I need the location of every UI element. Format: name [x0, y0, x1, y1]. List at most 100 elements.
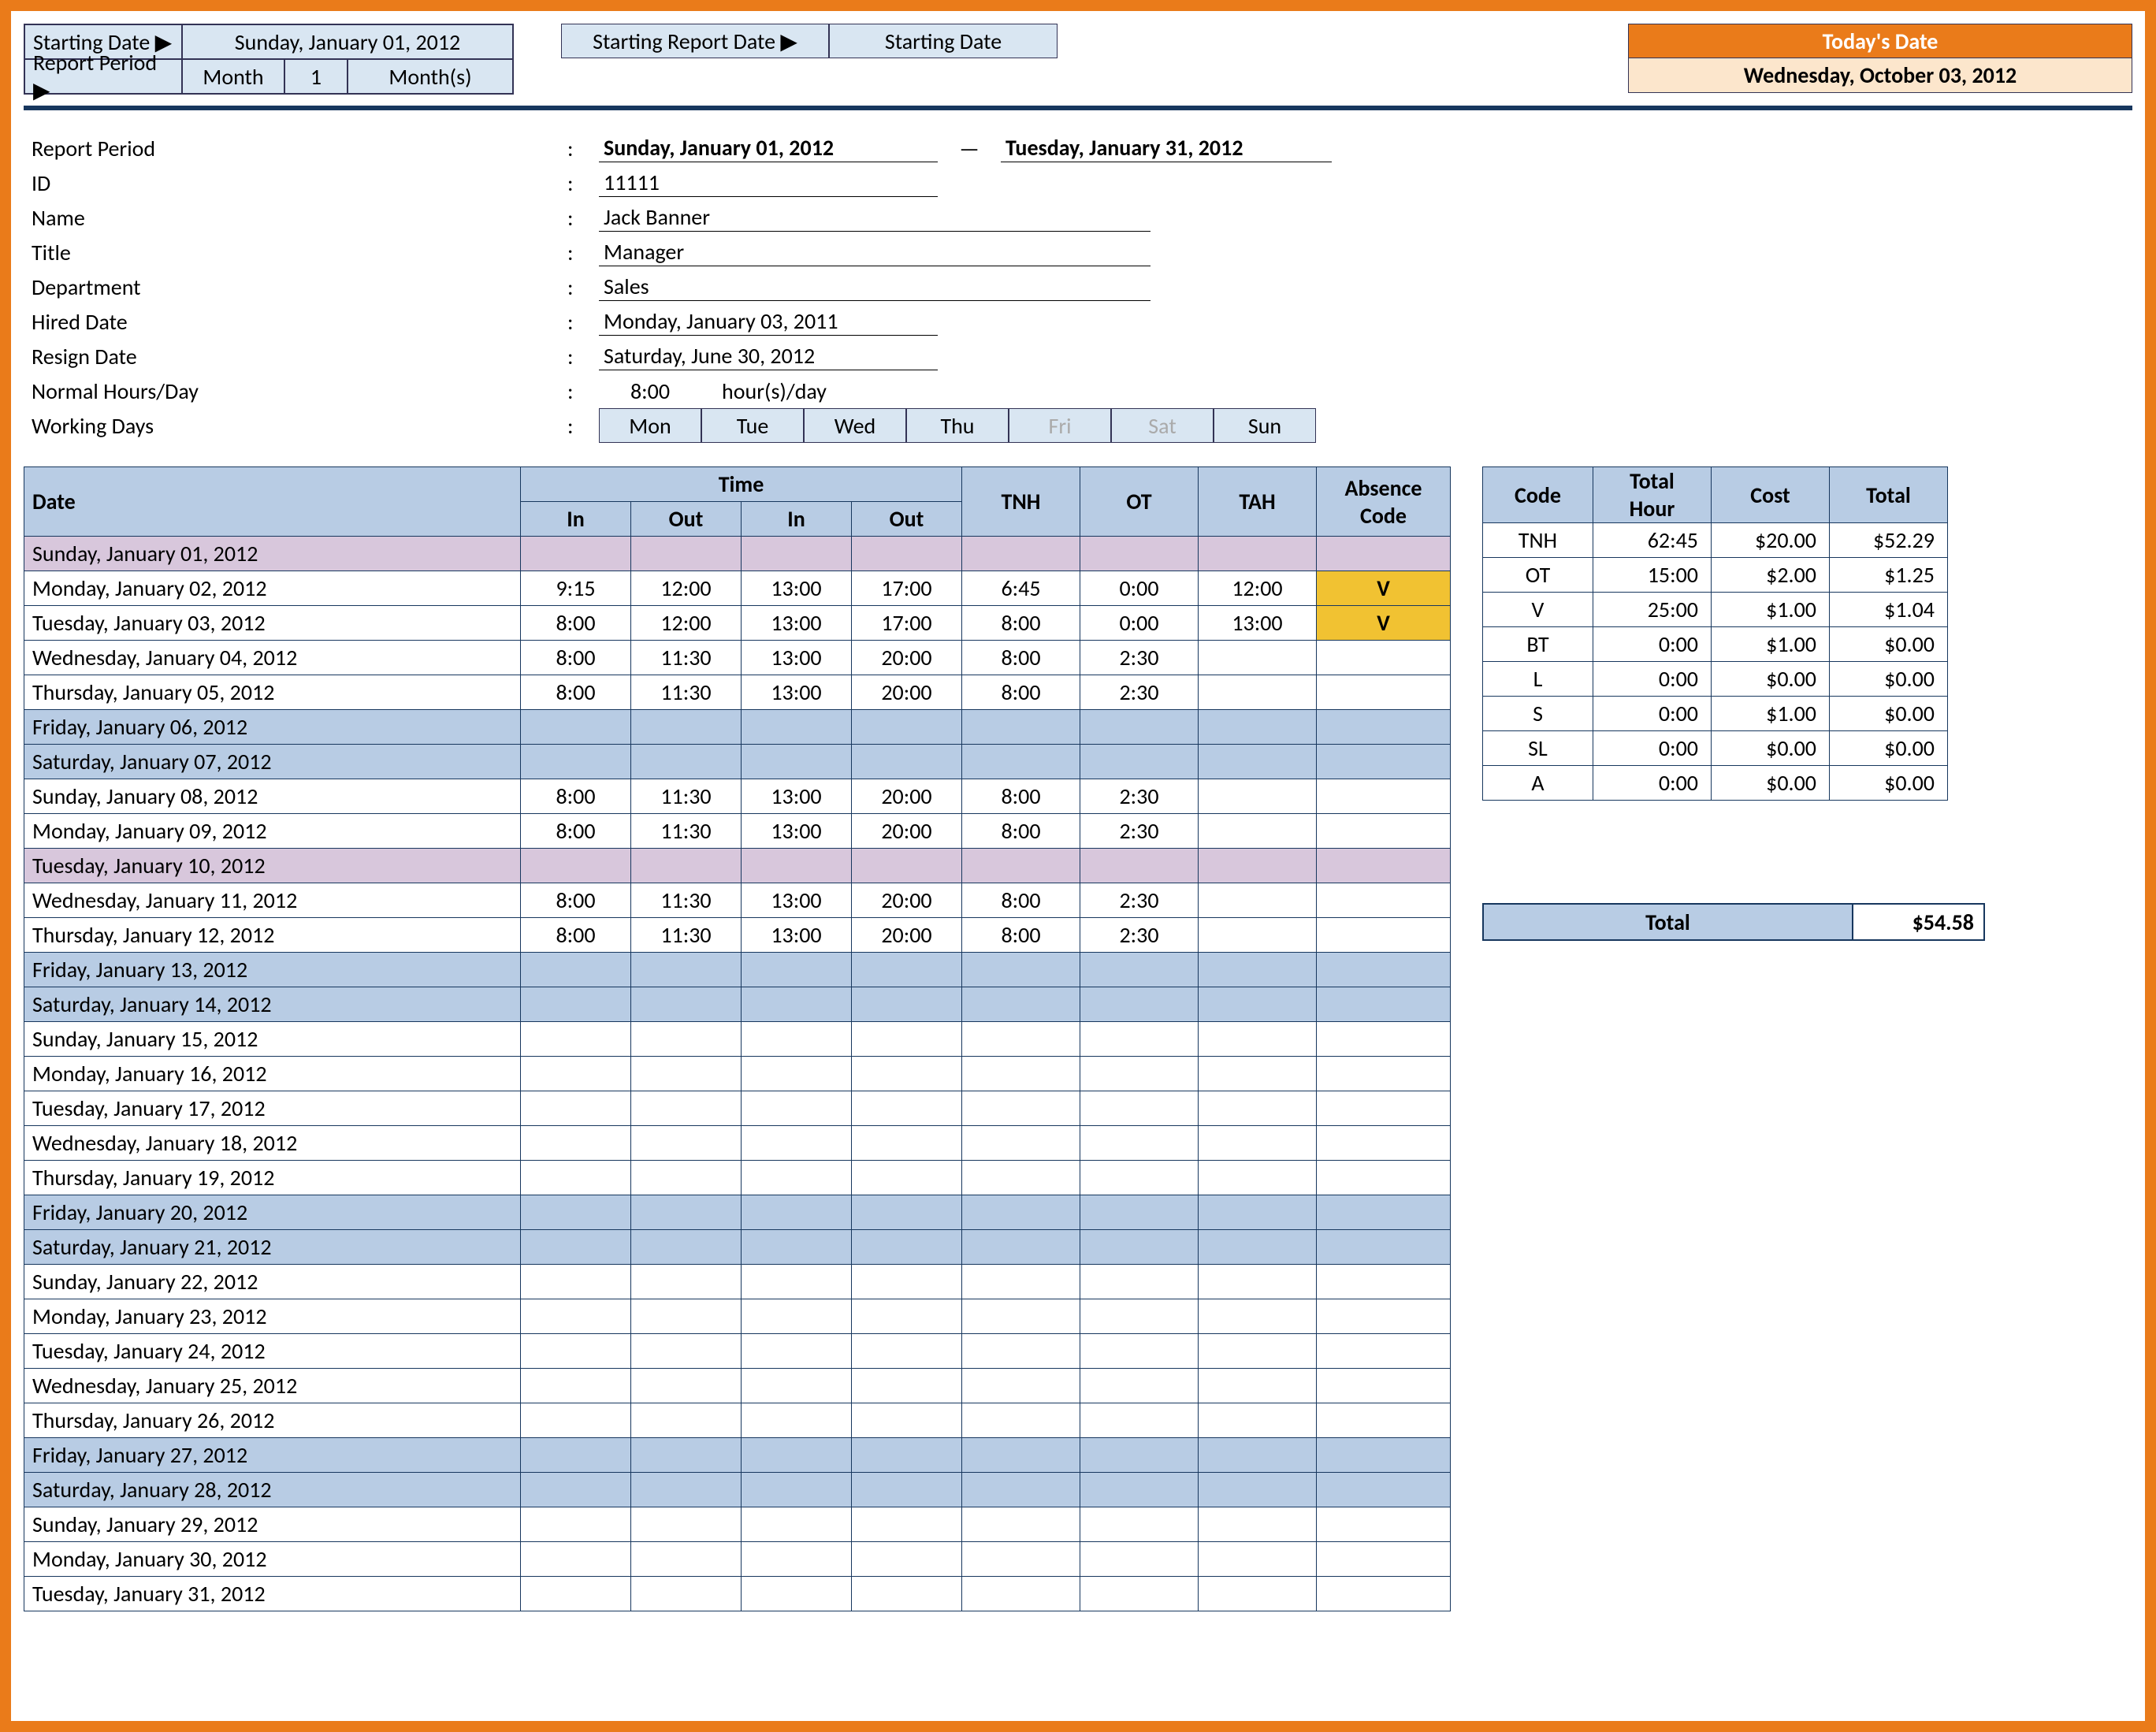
- cell-out1[interactable]: 11:30: [631, 641, 742, 675]
- cell-tnh[interactable]: [962, 953, 1080, 987]
- cell-out1[interactable]: [631, 1438, 742, 1473]
- cell-out2[interactable]: [852, 1542, 962, 1577]
- day-thu[interactable]: Thu: [906, 408, 1009, 443]
- cell-tah[interactable]: [1199, 675, 1317, 710]
- cell-tah[interactable]: [1199, 883, 1317, 918]
- cell-in2[interactable]: 13:00: [742, 571, 852, 606]
- cell-date[interactable]: Monday, January 16, 2012: [24, 1057, 521, 1091]
- table-row[interactable]: Thursday, January 19, 2012: [24, 1161, 1451, 1195]
- cell-out1[interactable]: [631, 1230, 742, 1265]
- cell-in2[interactable]: [742, 1022, 852, 1057]
- cell-out1[interactable]: 11:30: [631, 779, 742, 814]
- day-fri[interactable]: Fri: [1009, 408, 1111, 443]
- cell-tnh[interactable]: 8:00: [962, 675, 1080, 710]
- cell-in2[interactable]: [742, 1161, 852, 1195]
- cell-out1[interactable]: [631, 1265, 742, 1299]
- cell-tah[interactable]: [1199, 1577, 1317, 1611]
- cell-in1[interactable]: 9:15: [521, 571, 631, 606]
- table-row[interactable]: Wednesday, January 11, 20128:0011:3013:0…: [24, 883, 1451, 918]
- cell-out2[interactable]: [852, 537, 962, 571]
- cell-in1[interactable]: [521, 1161, 631, 1195]
- cell-tah[interactable]: [1199, 953, 1317, 987]
- cell-out2[interactable]: [852, 745, 962, 779]
- table-row[interactable]: Saturday, January 07, 2012: [24, 745, 1451, 779]
- cell-abs[interactable]: [1317, 1577, 1451, 1611]
- cell-date[interactable]: Friday, January 27, 2012: [24, 1438, 521, 1473]
- day-sun[interactable]: Sun: [1214, 408, 1316, 443]
- cell-tnh[interactable]: [962, 1265, 1080, 1299]
- cell-out1[interactable]: [631, 987, 742, 1022]
- cell-date[interactable]: Tuesday, January 10, 2012: [24, 849, 521, 883]
- cell-tnh[interactable]: [962, 1195, 1080, 1230]
- cell-out1[interactable]: [631, 1542, 742, 1577]
- cell-tah[interactable]: [1199, 1126, 1317, 1161]
- table-row[interactable]: Saturday, January 28, 2012: [24, 1473, 1451, 1507]
- cell-in2[interactable]: [742, 849, 852, 883]
- cell-date[interactable]: Friday, January 13, 2012: [24, 953, 521, 987]
- cell-in2[interactable]: [742, 1091, 852, 1126]
- cell-tnh[interactable]: 6:45: [962, 571, 1080, 606]
- table-row[interactable]: Tuesday, January 17, 2012: [24, 1091, 1451, 1126]
- cell-in2[interactable]: 13:00: [742, 675, 852, 710]
- cell-abs[interactable]: [1317, 537, 1451, 571]
- report-period-month[interactable]: Month: [182, 59, 284, 94]
- day-tue[interactable]: Tue: [701, 408, 804, 443]
- cell-ot[interactable]: [1080, 1022, 1199, 1057]
- cell-in1[interactable]: [521, 1369, 631, 1403]
- cell-out2[interactable]: 17:00: [852, 606, 962, 641]
- cell-ot[interactable]: [1080, 1265, 1199, 1299]
- cell-ot[interactable]: [1080, 1299, 1199, 1334]
- table-row[interactable]: Sunday, January 08, 20128:0011:3013:0020…: [24, 779, 1451, 814]
- cell-in2[interactable]: [742, 1473, 852, 1507]
- cell-ot[interactable]: [1080, 849, 1199, 883]
- cell-out2[interactable]: [852, 1403, 962, 1438]
- table-row[interactable]: Tuesday, January 31, 2012: [24, 1577, 1451, 1611]
- cell-out1[interactable]: [631, 1507, 742, 1542]
- cell-in2[interactable]: 13:00: [742, 606, 852, 641]
- cell-date[interactable]: Monday, January 23, 2012: [24, 1299, 521, 1334]
- day-sat[interactable]: Sat: [1111, 408, 1214, 443]
- cell-abs[interactable]: [1317, 918, 1451, 953]
- cell-abs[interactable]: [1317, 675, 1451, 710]
- cell-tnh[interactable]: [962, 1334, 1080, 1369]
- cell-date[interactable]: Sunday, January 08, 2012: [24, 779, 521, 814]
- cell-out2[interactable]: [852, 953, 962, 987]
- cell-ot[interactable]: [1080, 710, 1199, 745]
- cell-in1[interactable]: 8:00: [521, 814, 631, 849]
- cell-out2[interactable]: 17:00: [852, 571, 962, 606]
- cell-out2[interactable]: [852, 1022, 962, 1057]
- cell-abs[interactable]: [1317, 1403, 1451, 1438]
- cell-out2[interactable]: [852, 1299, 962, 1334]
- cell-out1[interactable]: 12:00: [631, 571, 742, 606]
- cell-tnh[interactable]: [962, 1022, 1080, 1057]
- cell-out1[interactable]: [631, 710, 742, 745]
- cell-out1[interactable]: [631, 745, 742, 779]
- cell-ot[interactable]: 2:30: [1080, 641, 1199, 675]
- cell-in2[interactable]: [742, 1230, 852, 1265]
- cell-date[interactable]: Friday, January 20, 2012: [24, 1195, 521, 1230]
- cell-ot[interactable]: [1080, 1057, 1199, 1091]
- cell-abs[interactable]: [1317, 814, 1451, 849]
- table-row[interactable]: Sunday, January 29, 2012: [24, 1507, 1451, 1542]
- cell-date[interactable]: Friday, January 06, 2012: [24, 710, 521, 745]
- cell-tah[interactable]: [1199, 1057, 1317, 1091]
- cell-ot[interactable]: [1080, 1577, 1199, 1611]
- cell-out2[interactable]: [852, 1507, 962, 1542]
- table-row[interactable]: Wednesday, January 25, 2012: [24, 1369, 1451, 1403]
- table-row[interactable]: Tuesday, January 24, 2012: [24, 1334, 1451, 1369]
- cell-date[interactable]: Wednesday, January 25, 2012: [24, 1369, 521, 1403]
- table-row[interactable]: Thursday, January 26, 2012: [24, 1403, 1451, 1438]
- cell-abs[interactable]: V: [1317, 606, 1451, 641]
- cell-abs[interactable]: [1317, 1507, 1451, 1542]
- cell-date[interactable]: Sunday, January 01, 2012: [24, 537, 521, 571]
- cell-in1[interactable]: 8:00: [521, 918, 631, 953]
- cell-out1[interactable]: [631, 1369, 742, 1403]
- table-row[interactable]: Sunday, January 22, 2012: [24, 1265, 1451, 1299]
- cell-in1[interactable]: 8:00: [521, 779, 631, 814]
- cell-tnh[interactable]: [962, 1126, 1080, 1161]
- cell-abs[interactable]: [1317, 1126, 1451, 1161]
- cell-tah[interactable]: [1199, 1195, 1317, 1230]
- cell-date[interactable]: Thursday, January 05, 2012: [24, 675, 521, 710]
- cell-in1[interactable]: [521, 1230, 631, 1265]
- cell-ot[interactable]: [1080, 1542, 1199, 1577]
